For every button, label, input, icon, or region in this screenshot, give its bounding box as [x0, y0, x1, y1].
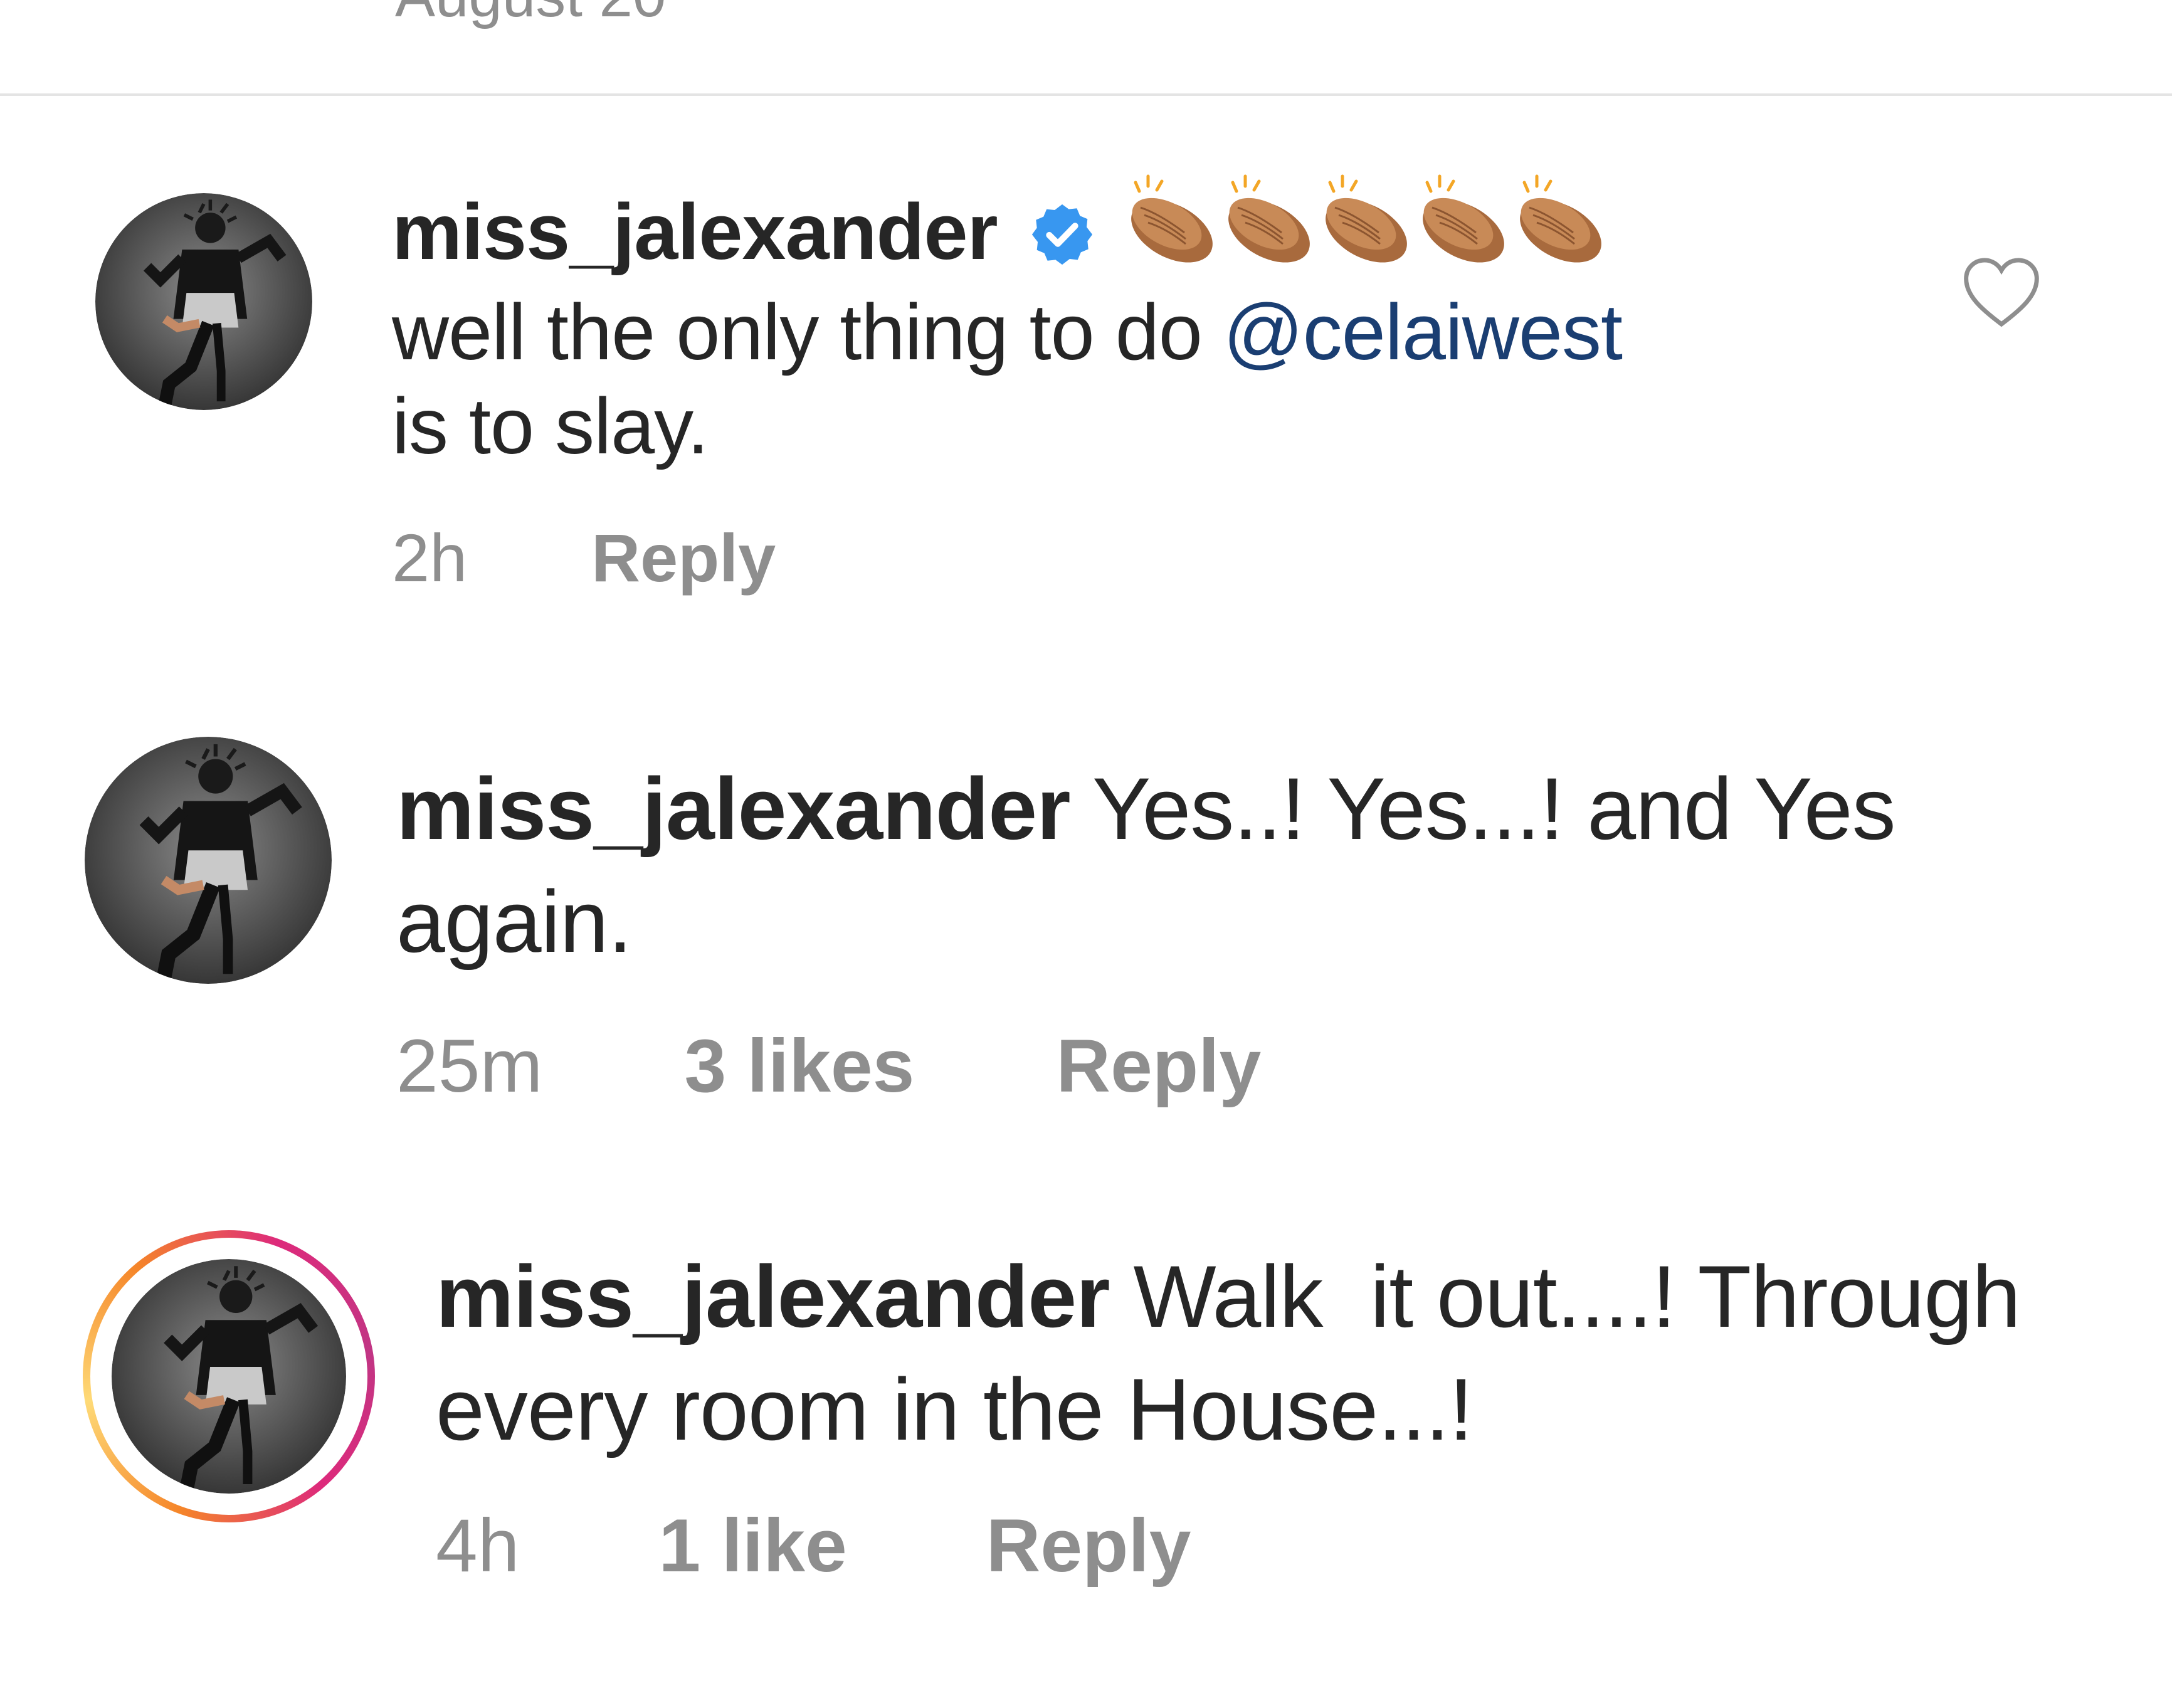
comment-text: every room in the House...!: [436, 1360, 1473, 1458]
comment-body: miss_jalexander Walk it out....! Through…: [436, 1240, 2022, 1466]
divider: [0, 93, 2172, 96]
comment-body: well the only thing to do @celaiwest is …: [392, 285, 1623, 473]
reply-button[interactable]: Reply: [986, 1502, 1191, 1589]
username-link[interactable]: miss_jalexander: [396, 759, 1071, 858]
avatar[interactable]: [112, 1259, 346, 1494]
likes-count[interactable]: 1 like: [658, 1502, 846, 1589]
clapping-hands-icon: [1131, 174, 1611, 270]
reply-button[interactable]: Reply: [1056, 1022, 1261, 1110]
avatar[interactable]: [85, 737, 332, 984]
comment-meta: 4h 1 like Reply: [436, 1502, 1191, 1589]
comment-text: well the only thing to do: [392, 288, 1223, 376]
comment-text: Walk it out....! Through: [1133, 1247, 2022, 1346]
timestamp: 2h: [392, 520, 468, 596]
likes-count[interactable]: 3 likes: [684, 1022, 914, 1110]
username-link[interactable]: miss_jalexander: [392, 187, 998, 276]
comments-page: August 20: [0, 0, 2172, 1708]
avatar-image: [85, 737, 332, 984]
avatar-image: [112, 1259, 346, 1494]
timestamp: 4h: [436, 1504, 520, 1588]
comment-text: is to slay.: [392, 382, 709, 470]
reply-button[interactable]: Reply: [591, 517, 776, 599]
comment-header: miss_jalexander: [392, 174, 1611, 287]
comment-meta: 2h Reply: [392, 517, 776, 599]
comment-text: Yes..! Yes...! and Yes: [1092, 759, 1896, 858]
comment-meta: 25m 3 likes Reply: [396, 1022, 1261, 1110]
comment-body: miss_jalexander Yes..! Yes...! and Yes a…: [396, 752, 1896, 978]
mention-link[interactable]: @celaiwest: [1223, 288, 1623, 376]
timestamp: 25m: [396, 1024, 543, 1108]
like-heart-icon[interactable]: [1961, 255, 2042, 329]
avatar-image: [95, 193, 312, 410]
verified-badge-icon: [1031, 204, 1092, 265]
avatar[interactable]: [95, 193, 312, 410]
comment-text: again.: [396, 872, 632, 971]
username-link[interactable]: miss_jalexander: [436, 1247, 1110, 1346]
clap-emoji-row: [1128, 170, 1611, 287]
post-date-label: August 20: [395, 0, 666, 26]
